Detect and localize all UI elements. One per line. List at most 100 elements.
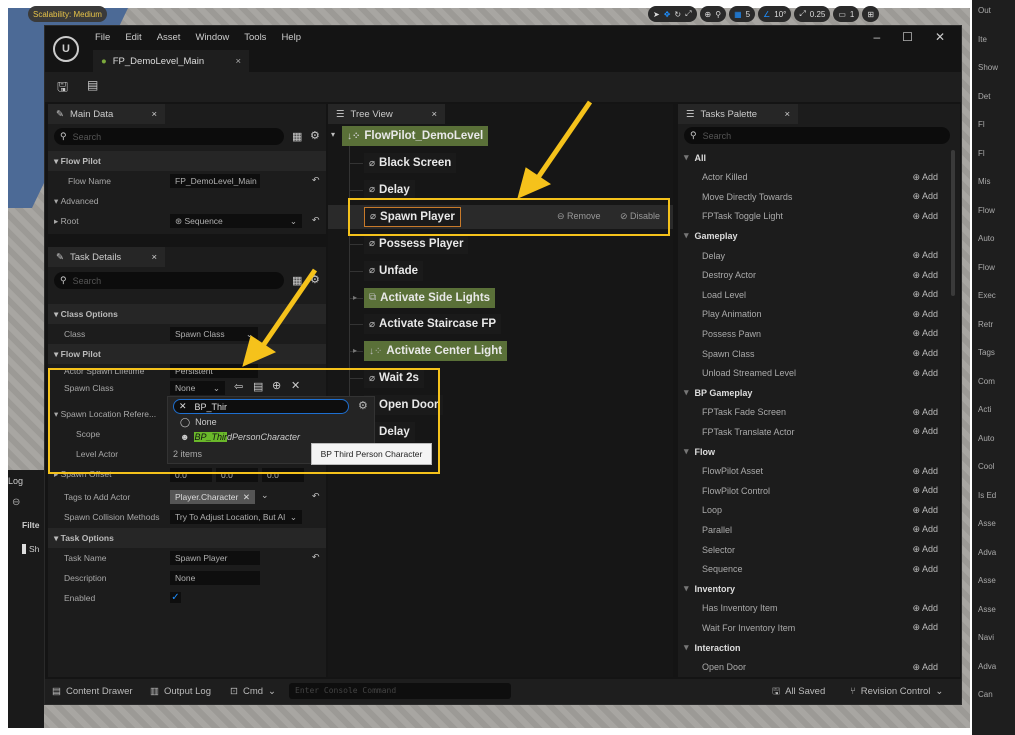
close-icon[interactable]: × (151, 109, 157, 120)
table-view-icon[interactable]: ▦ (292, 274, 302, 287)
tree-node[interactable]: ⌀ Black Screen (364, 153, 457, 173)
add-button[interactable]: ⊕ Add (912, 289, 938, 300)
palette-search[interactable]: ⚲ Search (684, 127, 950, 144)
reset-icon[interactable]: ↶ (312, 175, 320, 186)
console-input[interactable]: Enter Console Command (289, 683, 511, 699)
root-dropdown[interactable]: ⊛ Sequence ⌄ (170, 214, 302, 228)
task-details-search[interactable]: ⚲ Search (54, 272, 284, 289)
tree-node[interactable]: ⌀ Unfade (364, 260, 424, 281)
class-dropdown[interactable]: Spawn Class ⌄ (170, 327, 258, 341)
collapse-arrow-icon[interactable]: ▾ (331, 130, 335, 139)
remove-tag-icon[interactable]: ✕ (243, 492, 250, 503)
add-button[interactable]: ⊕ Add (912, 211, 938, 222)
reset-icon[interactable]: ↶ (312, 491, 320, 502)
add-button[interactable]: ⊕ Add (912, 172, 938, 183)
close-tab-icon[interactable]: × (235, 56, 241, 67)
palette-group-bp-gameplay[interactable]: ▾ BP Gameplay (678, 383, 960, 402)
menu-help[interactable]: Help (281, 32, 301, 43)
rotate-icon[interactable]: ↻ (674, 10, 681, 19)
output-log-button[interactable]: ▥ Output Log (143, 679, 218, 704)
add-button[interactable]: ⊕ Add (912, 524, 938, 535)
task-name-field[interactable]: Spawn Player (170, 551, 260, 565)
add-button[interactable]: ⊕ Add (912, 622, 938, 633)
scale-snap[interactable]: ⤢ 0.25 (794, 6, 831, 22)
add-button[interactable]: ⊕ Add (912, 505, 938, 516)
description-field[interactable]: None (170, 571, 260, 585)
close-icon[interactable]: × (431, 109, 437, 120)
tree-view-tab[interactable]: ☰ Tree View × (328, 104, 445, 124)
add-button[interactable]: ⊕ Add (912, 270, 938, 281)
tree-root-node[interactable]: ↓⁘ FlowPilot_DemoLevel (342, 126, 489, 146)
maximize-icon[interactable]: ☐ (902, 30, 913, 44)
palette-group-all[interactable]: ▾ All (678, 148, 960, 167)
close-icon[interactable]: × (151, 252, 157, 263)
add-button[interactable]: ⊕ Add (912, 250, 938, 261)
cmd-dropdown[interactable]: ⊡ Cmd ⌄ (223, 679, 283, 704)
advanced-section[interactable]: ▾ Advanced (48, 191, 326, 211)
collision-dropdown[interactable]: Try To Adjust Location, But Al ⌄ (170, 510, 302, 524)
add-button[interactable]: ⊕ Add (912, 348, 938, 359)
section-flow-pilot[interactable]: ▾ Flow Pilot (48, 151, 326, 171)
content-drawer-button[interactable]: ▤ Content Drawer (45, 679, 140, 704)
add-button[interactable]: ⊕ Add (912, 603, 938, 614)
menu-tools[interactable]: Tools (244, 32, 266, 43)
main-data-tab[interactable]: ✎ Main Data × (48, 104, 165, 124)
show-toggle[interactable]: Sh (22, 544, 39, 554)
chevron-down-icon[interactable]: ⌄ (261, 490, 269, 501)
section-task-options[interactable]: ▾ Task Options (48, 528, 326, 548)
tree-node[interactable]: ↓⁘ Activate Center Light (364, 341, 508, 362)
asset-tab[interactable]: ● FP_DemoLevel_Main × (93, 50, 249, 72)
close-icon[interactable]: × (784, 109, 790, 120)
add-button[interactable]: ⊕ Add (912, 191, 938, 202)
angle-snap[interactable]: ∠ 10° (758, 6, 792, 22)
palette-group-flow[interactable]: ▾ Flow (678, 442, 960, 461)
menu-edit[interactable]: Edit (125, 32, 141, 43)
gear-icon[interactable]: ⚙ (310, 273, 320, 286)
add-button[interactable]: ⊕ Add (912, 662, 938, 673)
scale-icon[interactable]: ⤢ (685, 9, 691, 19)
palette-group-inventory[interactable]: ▾ Inventory (678, 579, 960, 598)
add-button[interactable]: ⊕ Add (912, 368, 938, 379)
grid-snap[interactable]: ▦ 5 (729, 6, 756, 22)
add-button[interactable]: ⊕ Add (912, 328, 938, 339)
palette-scrollbar[interactable] (951, 150, 955, 296)
add-button[interactable]: ⊕ Add (912, 407, 938, 418)
palette-group-interaction[interactable]: ▾ Interaction (678, 638, 960, 657)
tree-node[interactable]: ⌀Delay (364, 179, 415, 200)
tree-node[interactable]: ⧉ Activate Side Lights (364, 287, 496, 308)
browse-icon[interactable]: ▤ (87, 78, 98, 92)
tree-node[interactable]: ⌀ Activate Staircase FP (364, 314, 502, 335)
layout-button[interactable]: ⊞ (862, 6, 880, 22)
scalability-badge[interactable]: Scalability: Medium (28, 6, 107, 22)
camera-speed[interactable]: ▭ 1 (833, 6, 860, 22)
menu-asset[interactable]: Asset (157, 32, 181, 43)
expand-arrow-icon[interactable]: ▸ (353, 293, 357, 302)
add-button[interactable]: ⊕ Add (912, 426, 938, 437)
reset-icon[interactable]: ↶ (312, 552, 320, 563)
gear-icon[interactable]: ⚙ (310, 129, 320, 142)
menu-window[interactable]: Window (195, 32, 229, 43)
add-button[interactable]: ⊕ Add (912, 309, 938, 320)
back-icon[interactable]: ⊖ (12, 497, 20, 508)
revision-control-button[interactable]: ⑂ Revision Control ⌄ (843, 679, 950, 704)
world-local-toggle[interactable]: ⊕ ⚲ (699, 6, 727, 22)
save-icon[interactable]: 🖫 (57, 78, 68, 100)
main-data-search[interactable]: ⚲ Search (54, 128, 284, 145)
palette-group-gameplay[interactable]: ▾ Gameplay (678, 226, 960, 245)
table-view-icon[interactable]: ▦ (292, 130, 302, 143)
flow-name-field[interactable]: FP_DemoLevel_Main (170, 174, 260, 188)
section-class-options[interactable]: ▾ Class Options (48, 304, 326, 324)
add-button[interactable]: ⊕ Add (912, 485, 938, 496)
menu-file[interactable]: File (95, 32, 110, 43)
all-saved-button[interactable]: 🖫 All Saved (765, 679, 832, 704)
tasks-palette-tab[interactable]: ☰ Tasks Palette × (678, 104, 798, 124)
tree-node[interactable]: ⌀ Possess Player (364, 233, 469, 254)
add-button[interactable]: ⊕ Add (912, 564, 938, 575)
tag-chip[interactable]: Player.Character ✕ (170, 490, 255, 504)
transform-tools[interactable]: ➤ ✥ ↻ ⤢ (648, 6, 697, 22)
add-button[interactable]: ⊕ Add (912, 466, 938, 477)
add-button[interactable]: ⊕ Add (912, 544, 938, 555)
select-icon[interactable]: ➤ (653, 10, 660, 19)
minimize-icon[interactable]: – (873, 30, 880, 44)
move-icon[interactable]: ✥ (664, 10, 671, 19)
